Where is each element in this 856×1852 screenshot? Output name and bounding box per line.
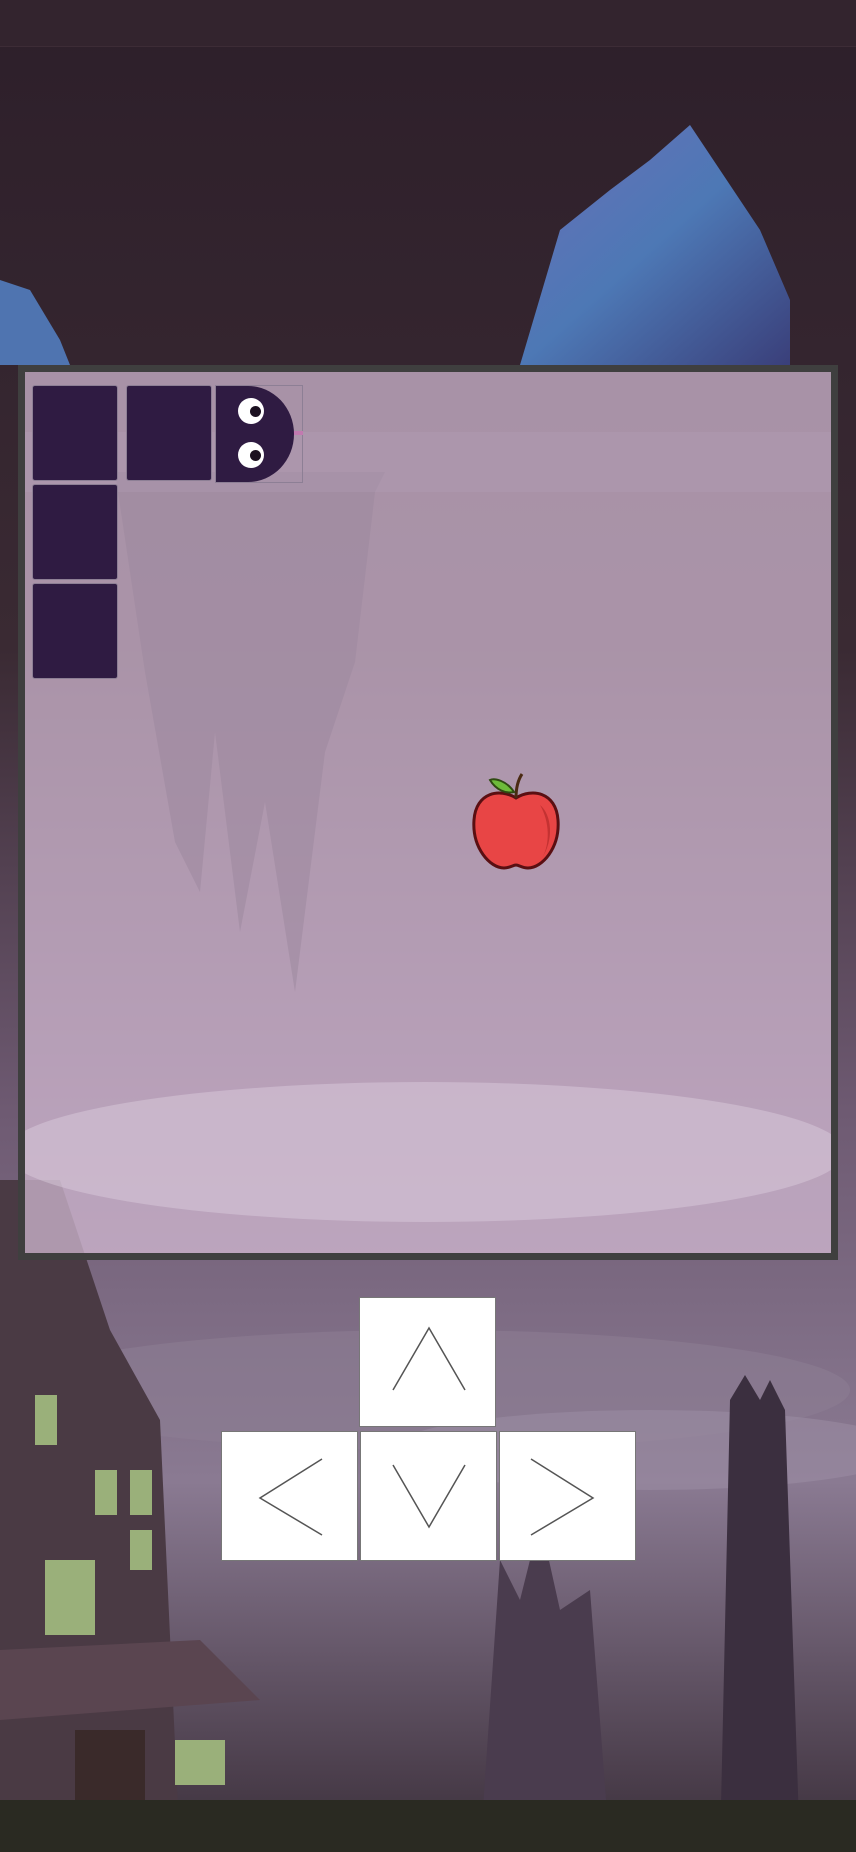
chevron-right-icon (530, 1458, 595, 1536)
right-button[interactable] (499, 1431, 636, 1561)
game-board (18, 365, 838, 1260)
chevron-up-icon (392, 1326, 466, 1391)
snake-body-segment (32, 385, 118, 481)
snake-eye (238, 442, 264, 468)
snake-body-segment (32, 583, 118, 679)
chevron-down-icon (392, 1464, 466, 1529)
game-screen (0, 0, 856, 1852)
snake-eye (238, 398, 264, 424)
chevron-left-icon (258, 1458, 323, 1536)
snake-head (215, 385, 303, 483)
left-button[interactable] (221, 1431, 358, 1561)
down-button[interactable] (360, 1431, 497, 1561)
board-background-art (25, 432, 831, 1222)
snake-tongue (294, 431, 303, 435)
apple-icon (472, 773, 560, 870)
top-bar (0, 0, 856, 47)
snake-body-segment (126, 385, 212, 481)
up-button[interactable] (359, 1297, 496, 1427)
snake-body-segment (32, 484, 118, 580)
